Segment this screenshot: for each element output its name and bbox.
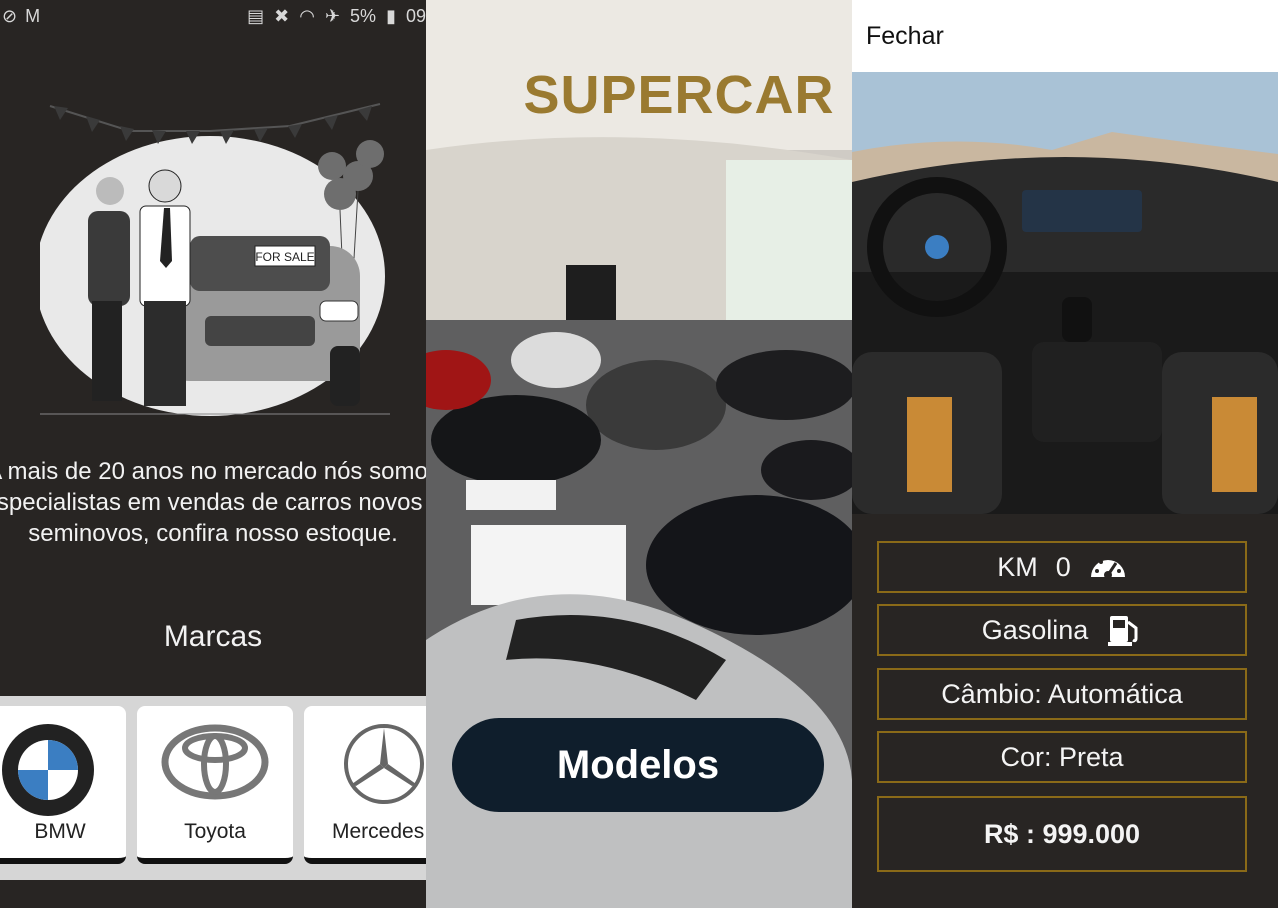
clock: 09 [405, 6, 426, 26]
mute-icon: ✖ [274, 6, 290, 26]
km-value: 0 [1055, 551, 1071, 582]
detail-header: Fechar [852, 0, 1278, 72]
for-sale-sign: FOR SALE [255, 250, 314, 264]
spec-transmission: Câmbio: Automática [877, 668, 1247, 720]
fuel-text: Gasolina [981, 614, 1089, 645]
transmission-text: Câmbio: Automática [941, 678, 1183, 709]
check-circle-icon: ⊘ [2, 6, 18, 26]
car-detail-screen: Fechar KM 0 Gasolina Câmbio: Automática … [852, 0, 1278, 908]
cast-icon: ▤ [247, 6, 265, 26]
car-interior-photo [852, 72, 1278, 514]
speedometer-icon [1090, 560, 1125, 579]
spec-color: Cor: Preta [877, 731, 1247, 783]
bmw-logo-icon [2, 724, 94, 816]
gas-pump-icon [1108, 616, 1138, 646]
brands-title: Marcas [163, 620, 263, 653]
brand-label: Toyota [184, 820, 246, 843]
mercedes-logo-icon [344, 724, 424, 804]
car-sale-illustration: FOR SALE [40, 103, 390, 416]
brands-carousel[interactable]: BMW Toyota Mercedes [0, 696, 426, 880]
km-label: KM [997, 551, 1038, 582]
toyota-logo-icon [161, 724, 269, 800]
price-text: R$ : 999.000 [983, 818, 1141, 849]
brand-card-bmw[interactable]: BMW [0, 706, 126, 864]
brand-card-mercedes[interactable]: Mercedes [304, 706, 426, 864]
close-link[interactable]: Fechar [866, 22, 944, 51]
spec-price: R$ : 999.000 [877, 796, 1247, 872]
brand-label: Mercedes [332, 820, 425, 843]
showroom-screen: SUPERCAR Modelos [426, 0, 852, 908]
wifi-icon: ◠ [299, 6, 315, 26]
brand-label: BMW [34, 820, 86, 843]
gmail-icon: M [25, 6, 41, 26]
color-text: Cor: Preta [1000, 741, 1124, 772]
home-screen: ⊘ M ▤ ✖ ◠ ✈ 5% ▮ 09 FOR SALE A mais de 2… [0, 0, 426, 908]
battery-icon: ▮ [386, 6, 396, 26]
spec-km: KM 0 [877, 541, 1247, 593]
brand-title: SUPERCAR [523, 65, 835, 125]
models-button[interactable]: Modelos [452, 718, 824, 812]
airplane-icon: ✈ [324, 6, 341, 26]
about-text: A mais de 20 anos no mercado nós somos e… [0, 458, 426, 547]
status-bar: ⊘ M ▤ ✖ ◠ ✈ 5% ▮ 09 [0, 0, 426, 34]
brand-card-toyota[interactable]: Toyota [137, 706, 293, 864]
spec-fuel: Gasolina [877, 604, 1247, 656]
battery-text: 5% [350, 6, 377, 26]
